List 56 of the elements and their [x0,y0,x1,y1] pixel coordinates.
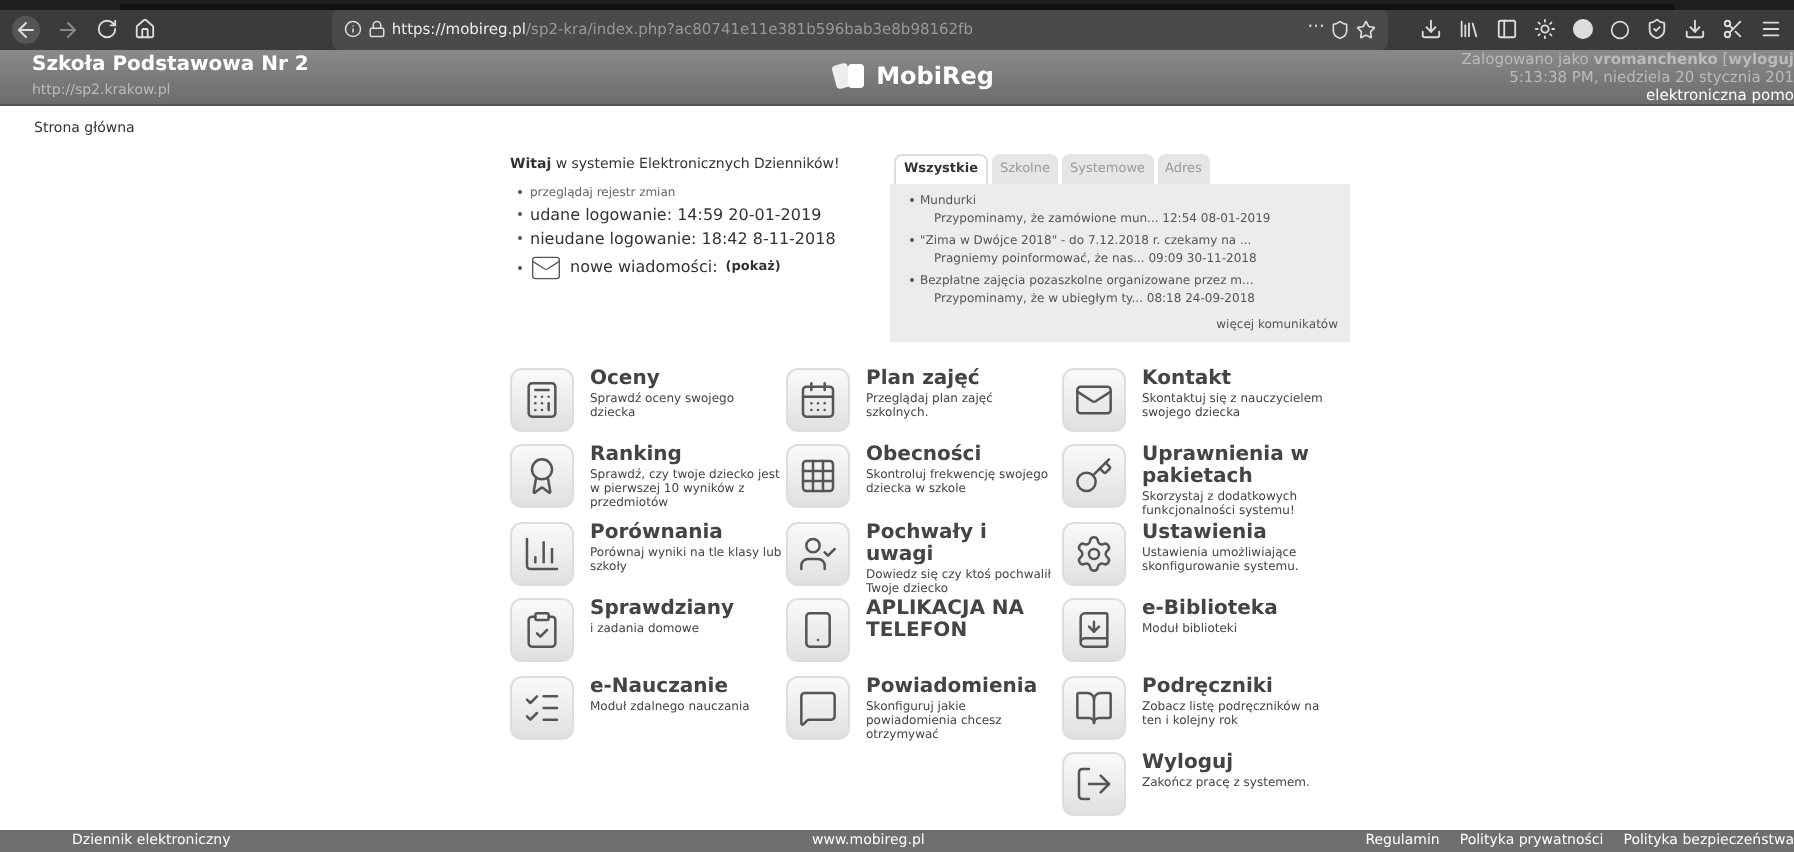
logo-icon [832,60,869,93]
checklist-icon[interactable] [510,598,574,663]
star-icon[interactable] [1356,19,1377,40]
module-link[interactable]: Podręczniki [1142,675,1334,698]
login-info: udane logowanie: 14:59 20-01-2019 [530,203,822,226]
library-icon[interactable] [1458,18,1481,41]
module-link[interactable]: e-Nauczanie [590,675,782,698]
module-link[interactable]: Powiadomienia [866,675,1058,698]
module-link[interactable]: APLIKACJA NA TELEFON [866,598,1058,643]
lock-icon [367,20,386,39]
grid-icon[interactable] [786,444,850,509]
circle-icon[interactable] [1572,18,1595,41]
settings-icon[interactable] [1062,521,1126,586]
sun-icon[interactable] [1534,18,1557,41]
info-icon[interactable] [343,20,362,39]
book-download-icon[interactable] [1062,598,1126,663]
envelope-icon[interactable] [530,251,562,284]
shield-icon[interactable] [1646,18,1669,41]
module-link[interactable]: Wyloguj [1142,752,1334,775]
list-checks-icon[interactable] [510,675,574,740]
forward-icon[interactable] [55,17,80,42]
school-name: Szkoła Podstawowa Nr 2 [32,52,311,81]
module-link[interactable]: Pochwały i uwagi [866,521,1058,566]
module-link[interactable]: Porównania [590,521,782,544]
module-link[interactable]: Sprawdziany [590,598,782,621]
download-icon[interactable] [1420,18,1443,41]
module-link[interactable]: e-Biblioteka [1142,598,1334,621]
module-link[interactable]: Kontakt [1142,367,1334,390]
back-icon[interactable] [12,15,40,44]
logo-text: MobiReg [876,60,994,95]
scissors-icon[interactable] [1722,18,1745,41]
sidebar-icon[interactable] [1496,18,1519,41]
arrow-down-icon[interactable] [1684,18,1707,41]
message-icon[interactable] [786,675,850,740]
module-link[interactable]: Obecności [866,444,1058,467]
mail-icon[interactable] [1062,367,1126,432]
module-link[interactable]: Plan zajęć [866,367,1058,390]
module-link[interactable]: Ranking [590,444,782,467]
module-link[interactable]: Ustawienia [1142,521,1334,544]
module-link[interactable]: Uprawnienia w pakietach [1142,444,1334,489]
module-link[interactable]: Oceny [590,367,782,390]
bar-chart-icon[interactable] [510,521,574,586]
login-info: nieudane logowanie: 18:42 8-11-2018 [530,227,836,250]
home-icon[interactable] [133,18,156,41]
phone-icon[interactable] [786,598,850,663]
reload-icon[interactable] [95,18,118,41]
user-check-icon[interactable] [786,521,850,586]
logout-icon[interactable] [1062,752,1126,817]
award-icon[interactable] [510,444,574,509]
key-icon[interactable] [1062,444,1126,509]
ring-icon[interactable] [1610,19,1631,40]
menu-dots[interactable]: ··· [1307,15,1325,43]
menu-icon[interactable] [1760,18,1783,41]
calendar-icon[interactable] [786,367,850,432]
messages-label: nowe wiadomości: [570,255,718,280]
calculator-icon[interactable] [510,367,574,432]
